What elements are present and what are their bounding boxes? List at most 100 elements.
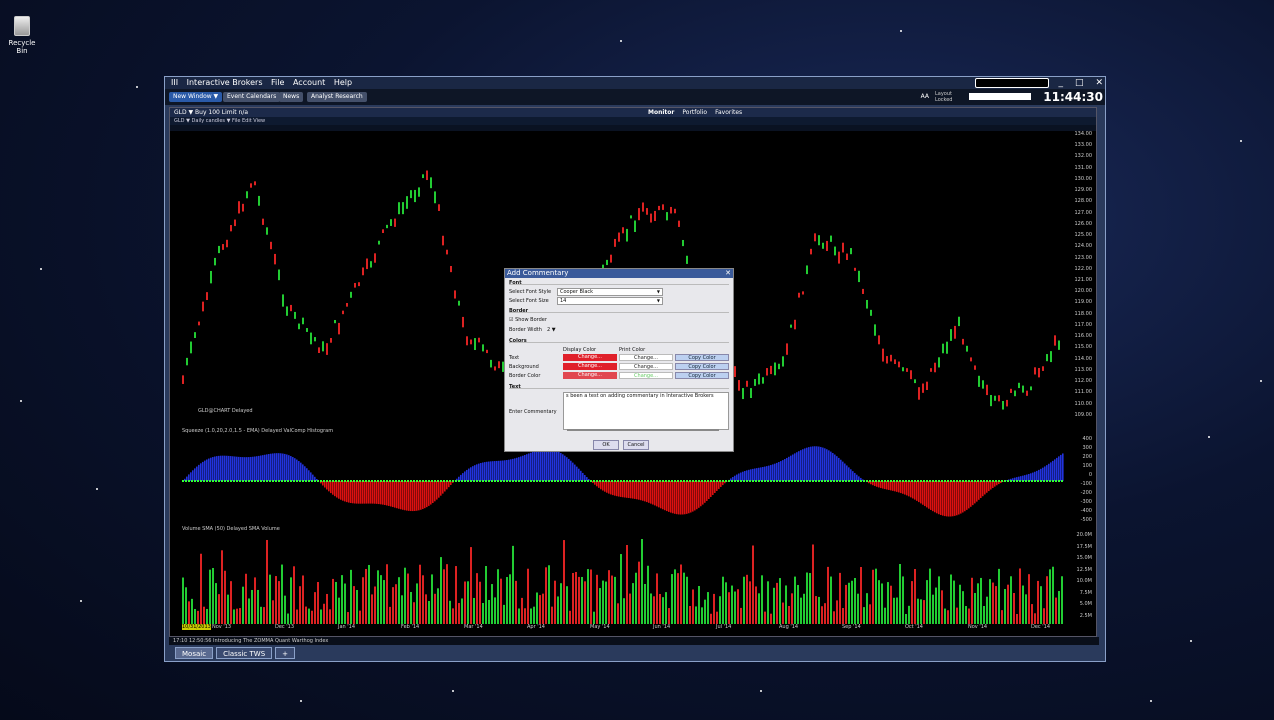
analyst-research-button[interactable]: Analyst Research [307, 92, 367, 102]
volume-bar [350, 569, 352, 624]
histogram-bar [466, 469, 468, 481]
symbol-order-label[interactable]: GLD ▼ Buy 100 Limit n/a [174, 109, 248, 116]
volume-bar [728, 592, 730, 624]
background-copy-color-button[interactable]: Copy Color [675, 363, 729, 370]
candle [610, 254, 612, 263]
text-copy-color-button[interactable]: Copy Color [675, 354, 729, 361]
news-ticker[interactable]: 17:10 12:50:56 Introducing The ZOMMA Qua… [169, 637, 1099, 645]
volume-bar [416, 583, 418, 624]
volume-bar [521, 597, 523, 624]
histogram-bar [378, 481, 380, 505]
border-width-select[interactable]: 2 ▼ [547, 327, 556, 333]
volume-bar [395, 584, 397, 624]
volume-bar [236, 608, 238, 624]
volume-bar [569, 610, 571, 624]
candle [946, 341, 948, 354]
font-size-value: 14 [560, 298, 567, 304]
close-icon[interactable]: ✕ [725, 269, 731, 278]
layout-lock-label[interactable]: Layout Locked [935, 91, 955, 103]
candle [638, 208, 640, 221]
minimize-icon[interactable]: _ [1058, 77, 1063, 89]
menu-help[interactable]: Help [334, 78, 352, 87]
menu-account[interactable]: Account [293, 78, 325, 87]
ok-button[interactable]: OK [593, 440, 619, 450]
volume-bar [752, 545, 754, 624]
star [1190, 640, 1192, 642]
candle [310, 332, 312, 345]
volume-bar [578, 576, 580, 624]
volume-chart[interactable] [182, 534, 1064, 624]
news-button[interactable]: News [279, 92, 304, 102]
tab-monitor[interactable]: Monitor [648, 108, 674, 117]
dialog-title: Add Commentary [507, 269, 569, 277]
title-search-box[interactable] [975, 78, 1049, 88]
histogram-bar [228, 455, 230, 481]
volume-bar [836, 600, 838, 624]
histogram-bar [264, 454, 266, 481]
histogram-bar [1038, 469, 1040, 481]
star [900, 30, 902, 32]
text-display-change-button[interactable]: Change... [563, 354, 617, 361]
print-color-header: Print Color [619, 347, 646, 353]
histogram-bar [714, 481, 716, 493]
candle [186, 357, 188, 366]
volume-bar [932, 594, 934, 624]
add-tab-button[interactable]: + [275, 647, 296, 659]
menu-file[interactable]: File [271, 78, 284, 87]
font-size-button[interactable]: AA [921, 93, 929, 100]
recycle-bin-icon[interactable]: Recycle Bin [4, 16, 40, 55]
border-print-change-button[interactable]: Change... [619, 372, 673, 379]
tab-classic-tws[interactable]: Classic TWS [216, 647, 273, 659]
histogram-bar [492, 461, 494, 481]
volume-bar [380, 575, 382, 624]
tab-favorites[interactable]: Favorites [715, 108, 742, 117]
candle [1006, 399, 1008, 407]
volume-bar [260, 606, 262, 624]
histogram-bar [522, 455, 524, 481]
tab-portfolio[interactable]: Portfolio [682, 108, 707, 117]
histogram-bar [244, 457, 246, 481]
border-display-change-button[interactable]: Change... [563, 372, 617, 379]
volume-bar [995, 586, 997, 624]
border-copy-color-button[interactable]: Copy Color [675, 372, 729, 379]
chart-subheader[interactable]: GLD ▼ Daily candles ▼ File Edit View [170, 117, 1096, 125]
volume-bar [893, 597, 895, 624]
histogram-bar [840, 459, 842, 481]
volume-bar [977, 583, 979, 624]
event-calendars-button[interactable]: Event Calendars [223, 92, 281, 102]
candle [790, 324, 792, 328]
background-print-change-button[interactable]: Change... [619, 363, 673, 370]
commentary-textarea[interactable]: s been a test on adding commentary in In… [563, 392, 729, 430]
histogram-bar [832, 453, 834, 481]
histogram-bar [558, 451, 560, 481]
background-display-change-button[interactable]: Change... [563, 363, 617, 370]
tab-mosaic[interactable]: Mosaic [175, 647, 214, 659]
histogram-bar [364, 481, 366, 504]
font-size-select[interactable]: 14 ▼ [557, 297, 663, 305]
date-tick: Oct '14 [905, 624, 923, 630]
new-window-button[interactable]: New Window ▼ [169, 92, 223, 102]
cancel-button[interactable]: Cancel [623, 440, 649, 450]
volume-bar [701, 607, 703, 624]
symbol-search-input[interactable] [969, 93, 1031, 100]
histogram-bar [980, 481, 982, 499]
histogram-bar [268, 454, 270, 481]
close-icon[interactable]: ✕ [1095, 77, 1103, 89]
histogram-bar [628, 481, 630, 499]
volume-bar [1052, 566, 1054, 624]
histogram-bar [810, 446, 812, 481]
histogram-bar [232, 456, 234, 481]
volume-bar [815, 596, 817, 624]
text-print-change-button[interactable]: Change... [619, 354, 673, 361]
volume-bar [683, 572, 685, 624]
price-tick: 125.00 [1074, 232, 1093, 239]
maximize-icon[interactable]: □ [1075, 77, 1084, 89]
horizontal-scrollbar[interactable] [567, 429, 719, 431]
candle [466, 336, 468, 346]
candle [1030, 386, 1032, 391]
volume-bar [338, 597, 340, 624]
show-border-checkbox[interactable]: ☑ Show Border [509, 317, 547, 323]
font-style-select[interactable]: Cooper Black ▼ [557, 288, 663, 296]
volume-bar [611, 575, 613, 624]
histogram-bar [960, 481, 962, 514]
